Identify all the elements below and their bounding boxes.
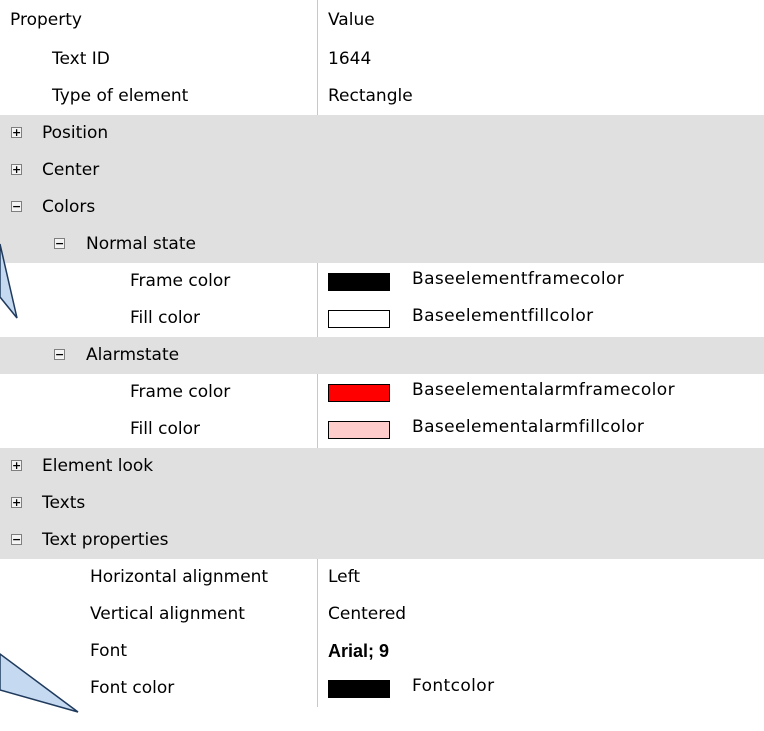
callout-pointer-lower <box>0 653 79 713</box>
callout-pointers <box>0 243 79 713</box>
callout-pointer-upper <box>0 243 18 319</box>
